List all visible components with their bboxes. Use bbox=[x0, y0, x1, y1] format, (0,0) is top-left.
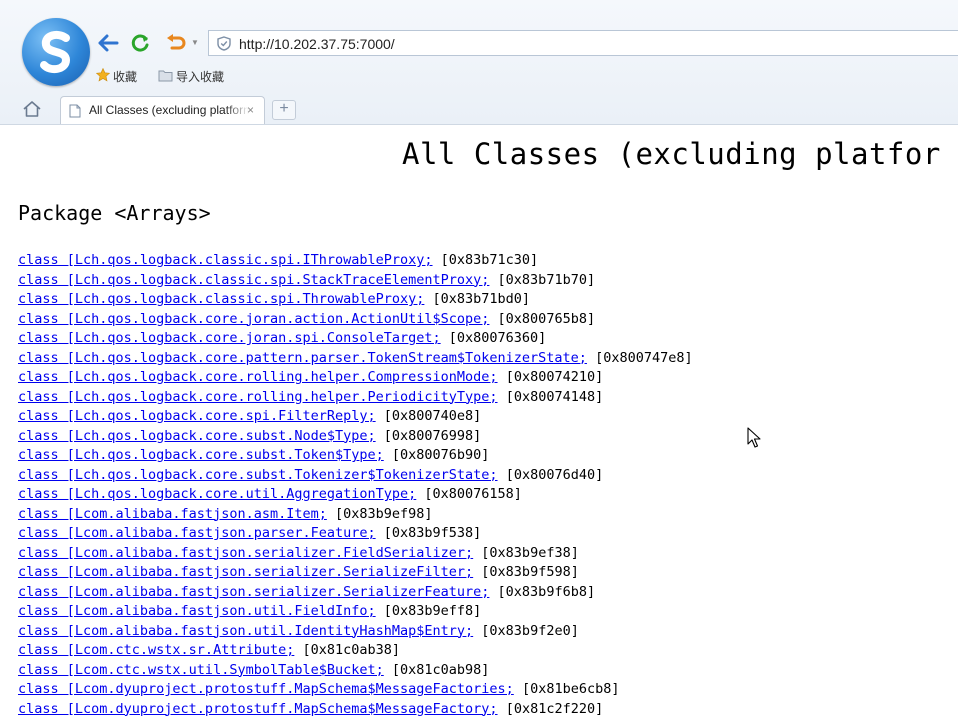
list-item: class [Lch.qos.logback.classic.spi.Stack… bbox=[18, 271, 693, 291]
class-address: [0x83b9ef38] bbox=[481, 544, 579, 561]
class-link[interactable]: class [Lch.qos.logback.core.joran.spi.Co… bbox=[18, 330, 441, 346]
class-address: [0x80076b90] bbox=[391, 447, 490, 463]
class-link[interactable]: class [Lch.qos.logback.classic.spi.Throw… bbox=[18, 291, 424, 307]
page-icon bbox=[69, 104, 81, 123]
class-address: [0x83b9f598] bbox=[481, 564, 579, 580]
list-item: class [Lch.qos.logback.core.subst.Node$T… bbox=[18, 427, 693, 447]
class-address: [0x83b71c30] bbox=[440, 252, 539, 268]
class-link[interactable]: class [Lch.qos.logback.classic.spi.IThro… bbox=[18, 252, 433, 268]
class-link[interactable]: class [Lcom.ctc.wstx.sr.Attribute; bbox=[18, 642, 294, 658]
class-link[interactable]: class [Lcom.alibaba.fastjson.parser.Feat… bbox=[18, 525, 376, 541]
undo-dropdown-chevron-down-icon[interactable]: ▼ bbox=[191, 38, 199, 47]
class-link[interactable]: class [Lch.qos.logback.core.subst.Tokeni… bbox=[18, 467, 498, 483]
list-item: class [Lcom.alibaba.fastjson.util.Identi… bbox=[18, 622, 693, 642]
close-icon[interactable]: × bbox=[247, 103, 254, 117]
class-address: [0x83b71b70] bbox=[497, 271, 596, 288]
list-item: class [Lch.qos.logback.core.spi.FilterRe… bbox=[18, 407, 693, 427]
class-link[interactable]: class [Lch.qos.logback.core.pattern.pars… bbox=[18, 350, 587, 366]
shield-icon bbox=[217, 36, 231, 56]
list-item: class [Lch.qos.logback.core.pattern.pars… bbox=[18, 349, 693, 369]
class-address: [0x80074148] bbox=[505, 388, 604, 405]
list-item: class [Lcom.alibaba.fastjson.serializer.… bbox=[18, 544, 693, 564]
class-link[interactable]: class [Lcom.alibaba.fastjson.util.Identi… bbox=[18, 623, 473, 639]
list-item: class [Lcom.alibaba.fastjson.asm.Item; [… bbox=[18, 505, 693, 525]
import-favorites-button[interactable]: 导入收藏 bbox=[158, 68, 224, 85]
list-item: class [Lch.qos.logback.classic.spi.IThro… bbox=[18, 251, 693, 271]
back-arrow-icon[interactable] bbox=[96, 32, 120, 54]
list-item: class [Lch.qos.logback.core.joran.spi.Co… bbox=[18, 329, 693, 349]
class-address: [0x800765b8] bbox=[497, 310, 596, 327]
list-item: class [Lch.qos.logback.core.rolling.help… bbox=[18, 388, 693, 408]
list-item: class [Lch.qos.logback.core.subst.Token$… bbox=[18, 446, 693, 466]
list-item: class [Lcom.alibaba.fastjson.serializer.… bbox=[18, 583, 693, 603]
page-content: All Classes (excluding platfor Package <… bbox=[0, 125, 958, 728]
favorites-label: 收藏 bbox=[113, 70, 138, 84]
class-address: [0x83b9f538] bbox=[383, 525, 482, 541]
star-icon bbox=[95, 67, 111, 85]
class-link[interactable]: class [Lch.qos.logback.core.subst.Node$T… bbox=[18, 428, 376, 444]
class-link[interactable]: class [Lcom.alibaba.fastjson.serializer.… bbox=[18, 545, 473, 561]
class-address: [0x80076360] bbox=[448, 330, 547, 346]
class-link[interactable]: class [Lcom.alibaba.fastjson.util.FieldI… bbox=[18, 603, 376, 619]
class-address: [0x83b9f2e0] bbox=[481, 622, 579, 639]
class-link[interactable]: class [Lcom.alibaba.fastjson.serializer.… bbox=[18, 564, 473, 580]
class-address: [0x80076998] bbox=[383, 427, 482, 444]
list-item: class [Lch.qos.logback.core.rolling.help… bbox=[18, 368, 693, 388]
class-link[interactable]: class [Lch.qos.logback.core.subst.Token$… bbox=[18, 447, 384, 463]
browser-logo-icon[interactable] bbox=[22, 18, 90, 86]
url-text[interactable]: http://10.202.37.75:7000/ bbox=[239, 36, 395, 52]
browser-chrome: ▼ http://10.202.37.75:7000/ 收藏 导入收藏 All … bbox=[0, 0, 958, 125]
class-address: [0x81c0ab38] bbox=[302, 642, 401, 658]
list-item: class [Lcom.alibaba.fastjson.util.FieldI… bbox=[18, 602, 693, 622]
list-item: class [Lch.qos.logback.core.joran.action… bbox=[18, 310, 693, 330]
undo-icon[interactable] bbox=[164, 32, 188, 54]
class-address: [0x83b9eff8] bbox=[383, 603, 482, 619]
class-address: [0x80076d40] bbox=[505, 466, 604, 483]
class-link[interactable]: class [Lch.qos.logback.classic.spi.Stack… bbox=[18, 272, 489, 288]
list-item: class [Lch.qos.logback.classic.spi.Throw… bbox=[18, 290, 693, 310]
new-tab-button[interactable]: + bbox=[272, 100, 296, 120]
class-address: [0x80076158] bbox=[424, 486, 522, 502]
class-address: [0x80074210] bbox=[505, 369, 604, 385]
class-address: [0x83b9f6b8] bbox=[497, 583, 596, 600]
class-list: class [Lch.qos.logback.classic.spi.IThro… bbox=[18, 251, 693, 719]
favorites-button[interactable]: 收藏 bbox=[95, 67, 138, 85]
class-address: [0x83b71bd0] bbox=[432, 291, 531, 307]
list-item: class [Lch.qos.logback.core.subst.Tokeni… bbox=[18, 466, 693, 486]
class-address: [0x800747e8] bbox=[595, 349, 693, 366]
class-link[interactable]: class [Lcom.dyuproject.protostuff.MapSch… bbox=[18, 701, 498, 717]
mouse-cursor-icon bbox=[747, 427, 761, 454]
class-link[interactable]: class [Lch.qos.logback.core.rolling.help… bbox=[18, 369, 498, 385]
folder-icon bbox=[158, 69, 173, 85]
list-item: class [Lcom.dyuproject.protostuff.MapSch… bbox=[18, 680, 693, 700]
import-favorites-label: 导入收藏 bbox=[176, 70, 225, 84]
class-address: [0x81c0ab98] bbox=[391, 661, 490, 678]
class-link[interactable]: class [Lcom.dyuproject.protostuff.MapSch… bbox=[18, 681, 514, 697]
tab-all-classes[interactable]: All Classes (excluding platform × bbox=[60, 96, 265, 124]
page-title: All Classes (excluding platfor bbox=[402, 137, 941, 171]
list-item: class [Lcom.ctc.wstx.sr.Attribute; [0x81… bbox=[18, 641, 693, 661]
list-item: class [Lch.qos.logback.core.util.Aggrega… bbox=[18, 485, 693, 505]
list-item: class [Lcom.dyuproject.protostuff.MapSch… bbox=[18, 700, 693, 720]
list-item: class [Lcom.ctc.wstx.util.SymbolTable$Bu… bbox=[18, 661, 693, 681]
class-address: [0x81c2f220] bbox=[505, 700, 604, 717]
refresh-icon[interactable] bbox=[128, 32, 152, 54]
class-link[interactable]: class [Lcom.ctc.wstx.util.SymbolTable$Bu… bbox=[18, 662, 384, 678]
class-link[interactable]: class [Lch.qos.logback.core.util.Aggrega… bbox=[18, 486, 416, 502]
class-address: [0x83b9ef98] bbox=[335, 505, 433, 522]
tab-title: All Classes (excluding platform bbox=[89, 103, 249, 117]
address-bar[interactable]: http://10.202.37.75:7000/ bbox=[208, 30, 958, 56]
class-link[interactable]: class [Lch.qos.logback.core.joran.action… bbox=[18, 311, 489, 327]
class-link[interactable]: class [Lch.qos.logback.core.rolling.help… bbox=[18, 389, 498, 405]
class-address: [0x81be6cb8] bbox=[521, 681, 620, 697]
tab-strip: All Classes (excluding platform × + bbox=[0, 94, 958, 124]
package-heading: Package <Arrays> bbox=[18, 201, 211, 225]
list-item: class [Lcom.alibaba.fastjson.serializer.… bbox=[18, 563, 693, 583]
class-address: [0x800740e8] bbox=[383, 408, 482, 424]
class-link[interactable]: class [Lch.qos.logback.core.spi.FilterRe… bbox=[18, 408, 376, 424]
home-icon[interactable] bbox=[22, 100, 42, 123]
class-link[interactable]: class [Lcom.alibaba.fastjson.asm.Item; bbox=[18, 506, 327, 522]
list-item: class [Lcom.alibaba.fastjson.parser.Feat… bbox=[18, 524, 693, 544]
class-link[interactable]: class [Lcom.alibaba.fastjson.serializer.… bbox=[18, 584, 489, 600]
